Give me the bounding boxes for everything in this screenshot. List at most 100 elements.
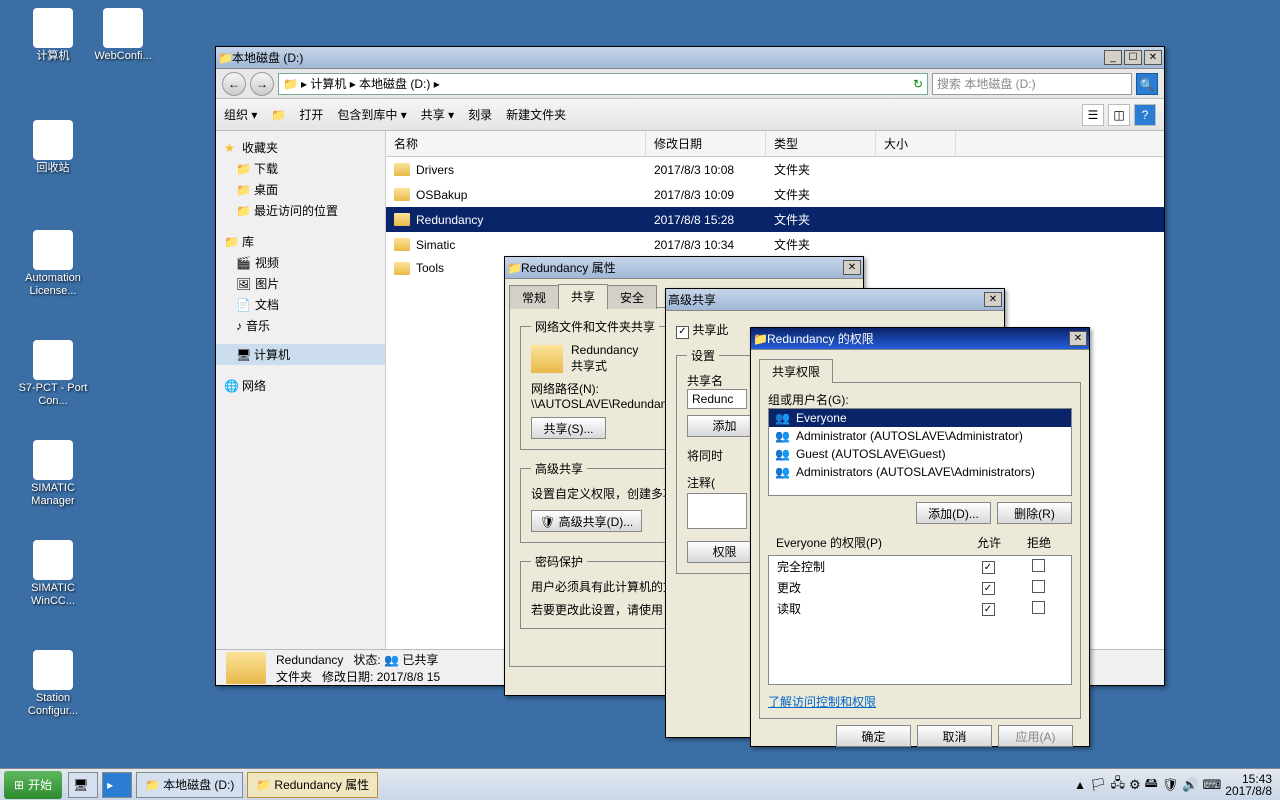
sidebar-computer[interactable]: 计算机 — [216, 344, 385, 365]
close-button[interactable]: ✕ — [843, 260, 861, 275]
apply-button[interactable]: 应用(A) — [998, 725, 1073, 747]
col-name[interactable]: 名称 — [386, 131, 646, 156]
sidebar-item[interactable]: ♪音乐 — [216, 315, 385, 336]
col-size[interactable]: 大小 — [876, 131, 956, 156]
file-row[interactable]: Drivers2017/8/3 10:08文件夹 — [386, 157, 1164, 182]
desktop-icon[interactable]: 🖥Automation License... — [18, 230, 88, 298]
action-center-icon[interactable]: 🏳 — [1090, 777, 1107, 793]
user-row[interactable]: 👥Everyone — [769, 409, 1071, 427]
sidebar-item[interactable]: 🎬视频 — [216, 252, 385, 273]
preview-pane-button[interactable]: ◫ — [1108, 104, 1130, 126]
advanced-share-button[interactable]: 🛡 高级共享(D)... — [531, 510, 642, 532]
address-bar[interactable]: ▸ 计算机 ▸ 本地磁盘 (D:) ▸ ↻ — [278, 73, 928, 95]
close-button[interactable]: ✕ — [1069, 331, 1087, 346]
newfolder-button[interactable]: 新建文件夹 — [506, 106, 566, 123]
tab-general[interactable]: 常规 — [509, 285, 559, 309]
refresh-icon[interactable]: ↻ — [913, 77, 923, 91]
file-row[interactable]: Simatic2017/8/3 10:34文件夹 — [386, 232, 1164, 257]
maximize-button[interactable]: ☐ — [1124, 50, 1142, 65]
ok-button[interactable]: 确定 — [836, 725, 911, 747]
desktop-icon[interactable]: 🖥WebConfi... — [88, 8, 158, 63]
minimize-button[interactable]: _ — [1104, 50, 1122, 65]
breadcrumb[interactable]: ▸ 计算机 ▸ 本地磁盘 (D:) ▸ — [301, 75, 440, 92]
share-menu[interactable]: 共享 ▾ — [421, 106, 454, 123]
share-this-checkbox[interactable]: 共享此 — [676, 323, 728, 337]
user-row[interactable]: 👥Administrators (AUTOSLAVE\Administrator… — [769, 463, 1071, 481]
user-row[interactable]: 👥Guest (AUTOSLAVE\Guest) — [769, 445, 1071, 463]
favorites-group[interactable]: 收藏夹 — [216, 135, 385, 158]
deny-checkbox[interactable] — [1032, 559, 1045, 572]
start-button[interactable]: ⊞ 开始 — [4, 771, 62, 799]
search-box[interactable]: 搜索 本地磁盘 (D:) — [932, 73, 1132, 95]
tray-icon[interactable]: 🛡 — [1162, 777, 1179, 793]
tray-icon[interactable]: ⚙ — [1129, 777, 1141, 793]
desktop-icon[interactable]: 🖥Station Configur... — [18, 650, 88, 718]
sidebar-item[interactable]: 最近访问的位置 — [216, 200, 385, 221]
volume-icon[interactable]: 🔊 — [1182, 777, 1198, 793]
explorer-toolbar: 组织 ▾ 打开 包含到库中 ▾ 共享 ▾ 刻录 新建文件夹 ☰ ◫ ? — [216, 99, 1164, 131]
forward-button[interactable]: → — [250, 72, 274, 96]
cancel-button[interactable]: 取消 — [917, 725, 992, 747]
view-mode-button[interactable]: ☰ — [1082, 104, 1104, 126]
desktop-icon[interactable]: 🖥S7-PCT - Port Con... — [18, 340, 88, 408]
props-titlebar[interactable]: Redundancy 属性 ✕ — [505, 257, 863, 279]
sidebar-network[interactable]: 网络 — [216, 373, 385, 396]
share-name-input[interactable] — [687, 389, 747, 409]
libraries-group[interactable]: 库 — [216, 229, 385, 252]
learn-link[interactable]: 了解访问控制和权限 — [768, 695, 876, 709]
user-row[interactable]: 👥Administrator (AUTOSLAVE\Administrator) — [769, 427, 1071, 445]
tray-arrow-icon[interactable]: ▲ — [1074, 778, 1086, 792]
allow-checkbox[interactable] — [982, 603, 995, 616]
close-button[interactable]: ✕ — [984, 292, 1002, 307]
desktop-icon[interactable]: 🖥SIMATIC WinCC... — [18, 540, 88, 608]
col-date[interactable]: 修改日期 — [646, 131, 766, 156]
organize-menu[interactable]: 组织 ▾ — [224, 106, 257, 123]
folder-icon — [507, 261, 521, 275]
taskbar-task[interactable]: Redundancy 属性 — [247, 772, 378, 798]
system-tray[interactable]: ▲ 🏳 🖧 ⚙ 🖴 🛡 🔊 ⌨ 15:432017/8/8 — [1066, 773, 1280, 797]
folder-icon — [394, 188, 410, 201]
clock[interactable]: 15:432017/8/8 — [1225, 773, 1272, 797]
include-menu[interactable]: 包含到库中 ▾ — [337, 106, 406, 123]
deny-checkbox[interactable] — [1032, 601, 1045, 614]
drive-icon — [283, 77, 297, 91]
desktop-icon[interactable]: 🖥SIMATIC Manager — [18, 440, 88, 508]
quick-launch[interactable]: 🖥 — [68, 772, 98, 798]
quick-launch[interactable]: ▸ — [102, 772, 132, 798]
tray-icon[interactable]: 🖴 — [1145, 774, 1158, 796]
explorer-titlebar[interactable]: 本地磁盘 (D:) _ ☐ ✕ — [216, 47, 1164, 69]
tab-share[interactable]: 共享 — [558, 284, 608, 308]
open-button[interactable]: 打开 — [299, 106, 323, 123]
close-button[interactable]: ✕ — [1144, 50, 1162, 65]
desktop-icon[interactable]: 🖥计算机 — [18, 8, 88, 63]
tab-share-perm[interactable]: 共享权限 — [759, 359, 833, 383]
file-row[interactable]: OSBakup2017/8/3 10:09文件夹 — [386, 182, 1164, 207]
perm-row: 读取 — [769, 598, 1071, 619]
share-button[interactable]: 共享(S)... — [531, 417, 606, 439]
comment-input[interactable] — [687, 493, 747, 529]
user-list[interactable]: 👥Everyone👥Administrator (AUTOSLAVE\Admin… — [768, 408, 1072, 496]
advshare-titlebar[interactable]: 高级共享 ✕ — [666, 289, 1004, 311]
remove-user-button[interactable]: 删除(R) — [997, 502, 1072, 524]
tab-security[interactable]: 安全 — [607, 285, 657, 309]
taskbar-task[interactable]: 本地磁盘 (D:) — [136, 772, 243, 798]
allow-checkbox[interactable] — [982, 561, 995, 574]
add-user-button[interactable]: 添加(D)... — [916, 502, 991, 524]
help-button[interactable]: ? — [1134, 104, 1156, 126]
perm-titlebar[interactable]: Redundancy 的权限 ✕ — [751, 328, 1089, 350]
burn-button[interactable]: 刻录 — [468, 106, 492, 123]
search-button[interactable]: 🔍 — [1136, 73, 1158, 95]
desktop-icon[interactable]: 🖥回收站 — [18, 120, 88, 175]
sidebar-item[interactable]: 📄文档 — [216, 294, 385, 315]
tray-icon[interactable]: 🖧 — [1111, 774, 1126, 796]
back-button[interactable]: ← — [222, 72, 246, 96]
sidebar-item[interactable]: 🖼图片 — [216, 273, 385, 294]
col-type[interactable]: 类型 — [766, 131, 876, 156]
allow-checkbox[interactable] — [982, 582, 995, 595]
sidebar-item[interactable]: 桌面 — [216, 179, 385, 200]
explorer-sidebar: 收藏夹 下载桌面最近访问的位置 库 🎬视频🖼图片📄文档♪音乐 计算机 网络 — [216, 131, 386, 649]
sidebar-item[interactable]: 下载 — [216, 158, 385, 179]
keyboard-icon[interactable]: ⌨ — [1203, 777, 1222, 793]
deny-checkbox[interactable] — [1032, 580, 1045, 593]
file-row[interactable]: Redundancy2017/8/8 15:28文件夹 — [386, 207, 1164, 232]
